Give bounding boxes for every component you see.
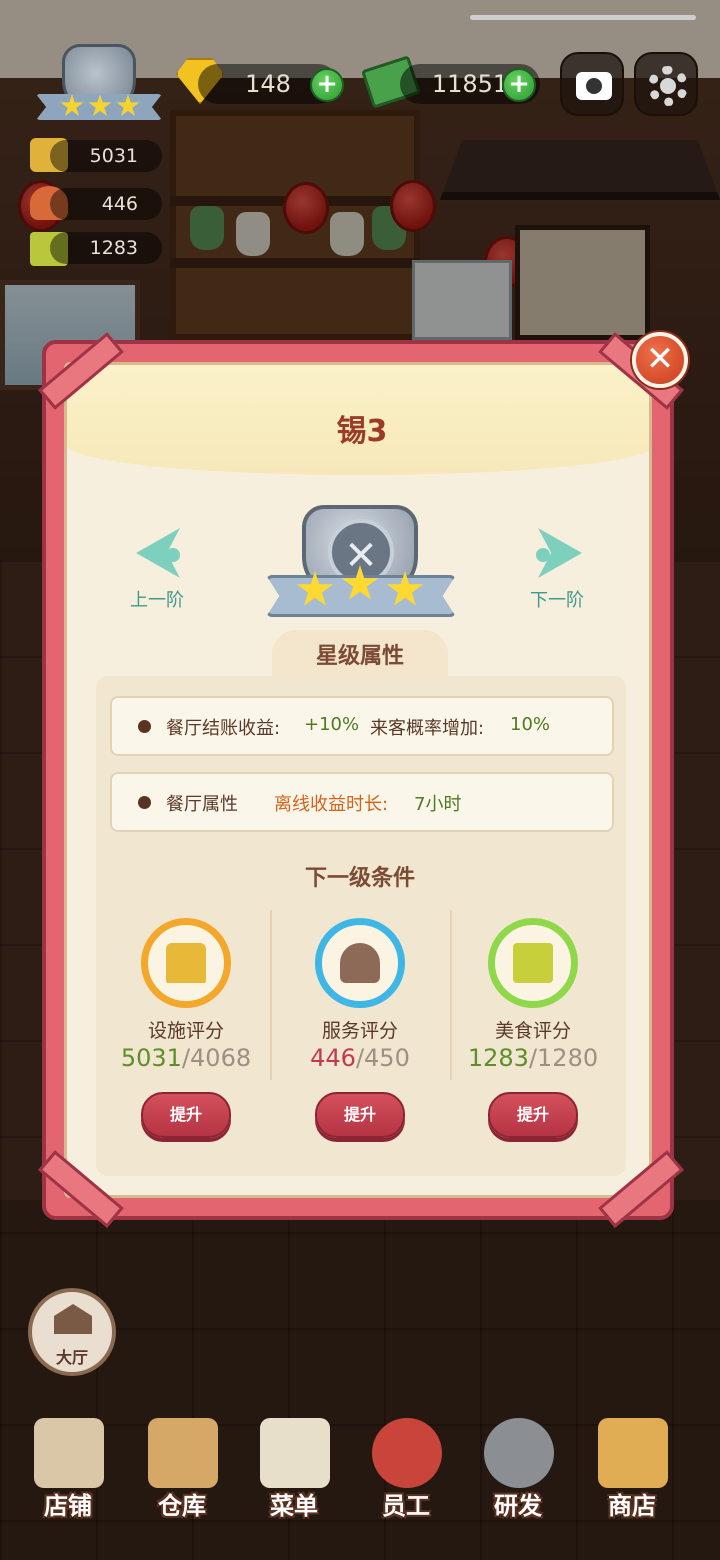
offline-income-label: 离线收益时长: — [274, 794, 389, 815]
nav-label: 店铺 — [44, 1492, 92, 1520]
service-condition-label: 服务评分 — [321, 1020, 398, 1042]
nav-warehouse[interactable]: 仓库 — [124, 1400, 240, 1530]
nav-research[interactable]: 研发 — [460, 1400, 576, 1530]
clipboard-icon — [260, 1418, 330, 1488]
nav-label: 研发 — [494, 1492, 542, 1520]
rank-stars — [60, 94, 140, 120]
offline-income-value: 7小时 — [414, 794, 462, 815]
stove-icon — [166, 943, 206, 983]
facility-condition-badge — [141, 918, 231, 1008]
checkout-income-value: +10% — [304, 714, 360, 735]
star-icon — [60, 94, 84, 116]
service-score-display: 446 — [50, 188, 162, 220]
settings-button[interactable] — [634, 52, 698, 116]
nav-store[interactable]: 商店 — [574, 1400, 690, 1530]
star-attributes-title: 星级属性 — [315, 644, 404, 669]
guest-rate-label: 来客概率增加: — [370, 718, 485, 739]
attribute-row-offline: 餐厅属性 离线收益时长: 7小时 — [110, 772, 614, 832]
attribute-row-income: 餐厅结账收益: +10% 来客概率增加: 10% — [110, 696, 614, 756]
facility-score-display: 5031 — [50, 140, 162, 172]
add-cash-button[interactable]: + — [502, 68, 536, 102]
cloche-icon — [340, 943, 380, 983]
nav-staff[interactable]: 员工 — [348, 1400, 464, 1530]
food-condition-label: 美食评分 — [494, 1020, 571, 1042]
service-condition-value: 446/450 — [310, 1044, 410, 1072]
hall-label: 大厅 — [55, 1348, 88, 1367]
star-icon — [116, 94, 140, 116]
checkout-income-label: 餐厅结账收益: — [166, 718, 281, 739]
service-condition-badge — [315, 918, 405, 1008]
food-condition-badge — [488, 918, 578, 1008]
store-icon — [598, 1418, 668, 1488]
recipe-book-icon — [513, 943, 553, 983]
star-icon — [88, 94, 112, 116]
add-gems-button[interactable]: + — [310, 68, 344, 102]
staff-avatar-icon — [372, 1418, 442, 1488]
shop-building-icon — [34, 1418, 104, 1488]
nav-label: 菜单 — [270, 1492, 318, 1520]
service-upgrade-button[interactable]: 提升 — [315, 1092, 405, 1138]
nav-label: 仓库 — [158, 1492, 206, 1520]
camera-icon — [576, 72, 612, 100]
food-condition-value: 1283/1280 — [467, 1044, 599, 1072]
gear-icon — [648, 66, 688, 106]
guest-rate-value: 10% — [510, 714, 551, 735]
wok-icon — [484, 1418, 554, 1488]
status-bar-indicator — [470, 15, 696, 20]
rank-badge[interactable] — [36, 44, 162, 126]
camera-button[interactable] — [560, 52, 624, 116]
food-upgrade-button[interactable]: 提升 — [488, 1092, 578, 1138]
modal-title: 锡3 — [336, 414, 388, 449]
nav-shop[interactable]: 店铺 — [10, 1400, 126, 1530]
rank-emblem: ✕ — [266, 505, 456, 620]
bullet-icon — [138, 796, 151, 809]
next-tier-dot — [536, 548, 550, 562]
hall-button[interactable]: 大厅 — [28, 1288, 116, 1376]
close-button[interactable]: ✕ — [632, 332, 688, 388]
house-icon — [54, 1304, 92, 1334]
facility-upgrade-button[interactable]: 提升 — [141, 1092, 231, 1138]
restaurant-attr-label: 餐厅属性 — [166, 794, 238, 815]
nav-menu[interactable]: 菜单 — [236, 1400, 352, 1530]
close-icon: ✕ — [645, 339, 675, 379]
bottom-nav: 店铺 仓库 菜单 员工 研发 商店 — [0, 1400, 720, 1560]
nav-label: 商店 — [608, 1492, 656, 1520]
prev-tier-dot — [166, 548, 180, 562]
food-score-display: 1283 — [50, 232, 162, 264]
bullet-icon — [138, 720, 151, 733]
crates-icon — [148, 1418, 218, 1488]
facility-condition-label: 设施评分 — [147, 1020, 224, 1042]
next-level-title: 下一级条件 — [304, 866, 415, 891]
nav-label: 员工 — [382, 1492, 430, 1520]
next-tier-label[interactable]: 下一阶 — [530, 586, 584, 612]
facility-condition-value: 5031/4068 — [120, 1044, 252, 1072]
prev-tier-label[interactable]: 上一阶 — [130, 586, 184, 612]
